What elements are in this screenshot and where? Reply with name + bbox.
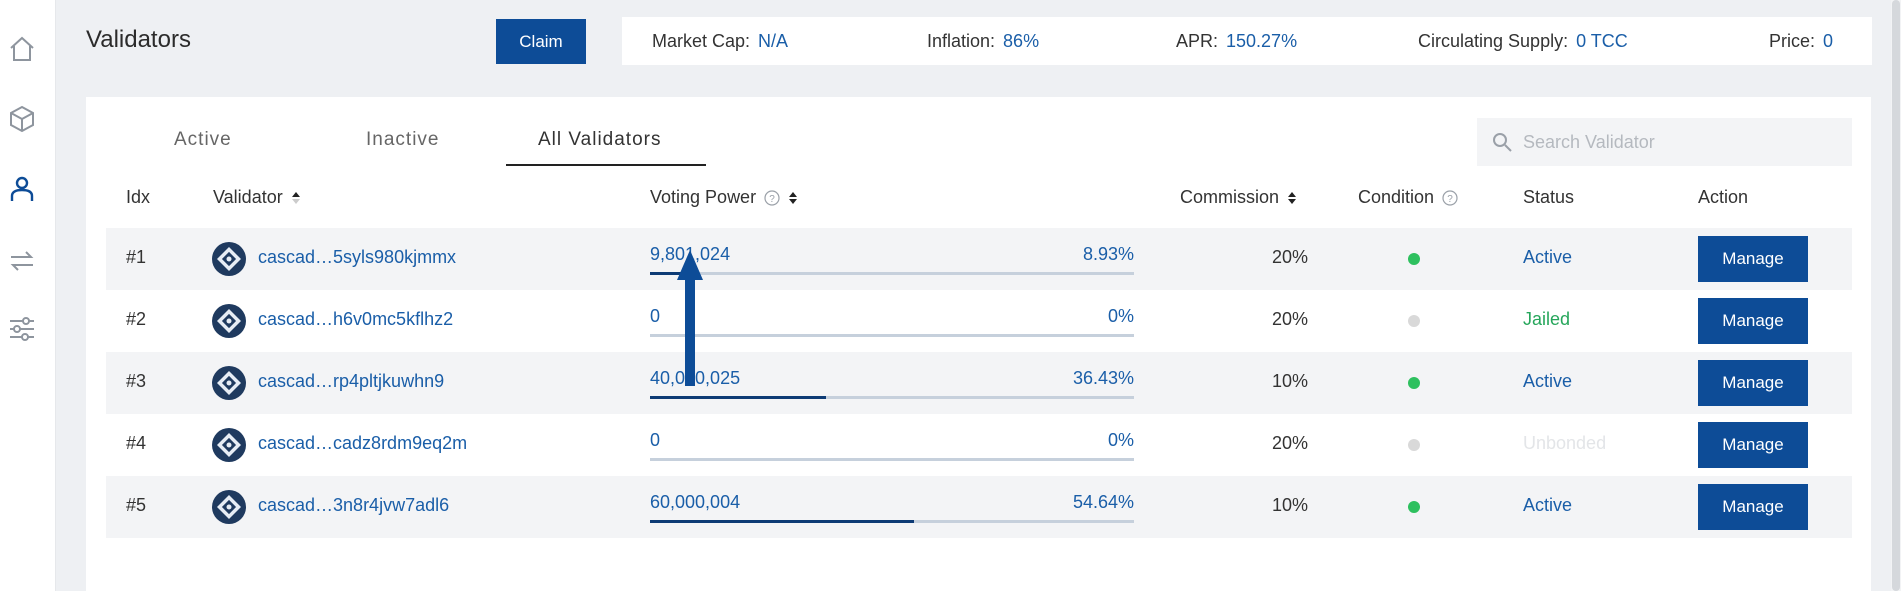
voting-power-track — [650, 396, 1134, 399]
validator-avatar-icon — [212, 490, 246, 524]
claim-button[interactable]: Claim — [496, 19, 586, 64]
table-row: #2 cascad…h6v0mc5kflhz2 0 0% 20% Jailed Manage — [106, 290, 1852, 352]
validator-avatar-icon — [212, 242, 246, 276]
sidebar — [0, 0, 56, 591]
manage-button[interactable]: Manage — [1698, 360, 1808, 406]
commission-value: 20% — [1271, 247, 1308, 267]
voting-power-share: 36.43% — [1072, 368, 1134, 388]
status-badge: Active — [1523, 495, 1573, 515]
voting-power-share: 0% — [1107, 430, 1134, 450]
stat-circulating-supply: Circulating Supply: 0 TCC — [1418, 31, 1628, 51]
condition-indicator — [1408, 377, 1420, 389]
voting-power-fill — [650, 396, 827, 399]
status-badge: Jailed — [1523, 309, 1571, 329]
manage-button[interactable]: Manage — [1698, 236, 1808, 282]
sort-icon[interactable] — [1287, 190, 1297, 206]
voting-power-value: 0 — [650, 306, 661, 326]
tab-inactive[interactable]: Inactive — [366, 129, 439, 151]
tab-active[interactable]: Active — [174, 129, 232, 151]
user-icon[interactable] — [6, 173, 38, 205]
validator-link[interactable]: cascad…3n8r4jvw7adl6 — [258, 495, 449, 516]
svg-text:?: ? — [769, 194, 775, 205]
col-idx: Idx — [126, 187, 151, 207]
sort-icon[interactable] — [291, 190, 301, 206]
col-commission[interactable]: Commission — [1180, 187, 1297, 208]
sliders-icon[interactable] — [6, 313, 38, 345]
voting-power-share: 0% — [1107, 306, 1134, 326]
stats-bar: Market Cap: N/A Inflation: 86% APR: 150.27%… — [622, 17, 1872, 65]
row-idx: #5 — [126, 495, 147, 515]
validator-avatar-icon — [212, 304, 246, 338]
manage-button[interactable]: Manage — [1698, 484, 1808, 530]
validator-link[interactable]: cascad…h6v0mc5kflhz2 — [258, 309, 453, 330]
row-idx: #1 — [126, 247, 147, 267]
help-icon[interactable]: ? — [764, 189, 780, 206]
stat-inflation: Inflation: 86% — [927, 31, 1040, 51]
status-badge: Active — [1523, 371, 1573, 391]
voting-power-track — [650, 334, 1134, 337]
voting-power-value: 0 — [650, 430, 661, 450]
commission-value: 10% — [1271, 495, 1308, 515]
condition-indicator — [1408, 501, 1420, 513]
validator-link[interactable]: cascad…cadz8rdm9eq2m — [258, 433, 467, 454]
manage-button[interactable]: Manage — [1698, 422, 1808, 468]
col-action: Action — [1698, 187, 1749, 207]
page-title: Validators — [86, 26, 191, 53]
voting-power-track — [650, 520, 1134, 523]
table-row: #1 cascad…5syls980kjmmx 9,801,0248.93% 20% A… — [106, 228, 1852, 290]
cube-icon[interactable] — [6, 103, 38, 135]
search-input[interactable] — [1523, 118, 1843, 166]
stat-price: Price: 0 — [1769, 31, 1834, 51]
tab-all-validators[interactable]: All Validators — [538, 129, 661, 151]
voting-power-bar: 40,000,025 36.43% — [650, 368, 1134, 399]
svg-text:?: ? — [1447, 194, 1453, 205]
scrollbar-thumb[interactable] — [1892, 0, 1900, 591]
sort-icon[interactable] — [788, 190, 798, 206]
condition-indicator — [1408, 439, 1420, 451]
voting-power-share: 8.93% — [1082, 244, 1134, 264]
home-icon[interactable] — [6, 33, 38, 65]
help-icon[interactable]: ? — [1442, 189, 1458, 206]
voting-power-bar: 0 0% — [650, 430, 1134, 461]
voting-power-bar: 0 0% — [650, 306, 1134, 337]
condition-indicator — [1408, 253, 1420, 265]
col-condition: Condition ? — [1358, 187, 1458, 208]
validator-avatar-icon — [212, 428, 246, 462]
commission-value: 20% — [1271, 309, 1308, 329]
validator-link[interactable]: cascad…rp4pltjkuwhn9 — [258, 371, 444, 392]
manage-button[interactable]: Manage — [1698, 298, 1808, 344]
search-icon — [1493, 133, 1512, 152]
status-badge: Active — [1523, 247, 1573, 267]
col-voting-power[interactable]: Voting Power ? — [650, 187, 798, 208]
validators-card: Active Inactive All Validators Idx Valid… — [86, 97, 1871, 591]
table-row: #5 cascad…3n8r4jvw7adl6 60,000,004 54.64% 10… — [106, 476, 1852, 538]
voting-power-share: 54.64% — [1072, 492, 1134, 512]
stat-market-cap: Market Cap: N/A — [652, 31, 789, 51]
validator-link[interactable]: cascad…5syls980kjmmx — [258, 247, 456, 268]
table-row: #4 cascad…cadz8rdm9eq2m 0 0% 20% Unbonded Mana… — [106, 414, 1852, 476]
voting-power-bar: 60,000,004 54.64% — [650, 492, 1134, 523]
arrow-up-icon — [677, 250, 703, 386]
status-badge: Unbonded — [1523, 433, 1607, 453]
condition-indicator — [1408, 315, 1420, 327]
row-idx: #2 — [126, 309, 147, 329]
col-validator[interactable]: Validator — [213, 187, 301, 208]
row-idx: #4 — [126, 433, 147, 453]
table-row: #3 cascad…rp4pltjkuwhn9 40,000,025 36.43% 10… — [106, 352, 1852, 414]
commission-value: 20% — [1271, 433, 1308, 453]
scrollbar[interactable] — [1891, 0, 1901, 591]
col-status: Status — [1523, 187, 1575, 207]
search-box[interactable] — [1477, 118, 1852, 166]
commission-value: 10% — [1271, 371, 1308, 391]
transfer-icon[interactable] — [6, 245, 38, 277]
voting-power-fill — [650, 520, 915, 523]
voting-power-bar: 9,801,0248.93% — [650, 244, 1134, 275]
voting-power-value: 60,000,004 — [650, 492, 741, 512]
stat-apr: APR: 150.27% — [1176, 31, 1298, 51]
active-tab-indicator — [506, 164, 706, 166]
validator-avatar-icon — [212, 366, 246, 400]
voting-power-track — [650, 272, 1134, 275]
voting-power-track — [650, 458, 1134, 461]
row-idx: #3 — [126, 371, 147, 391]
